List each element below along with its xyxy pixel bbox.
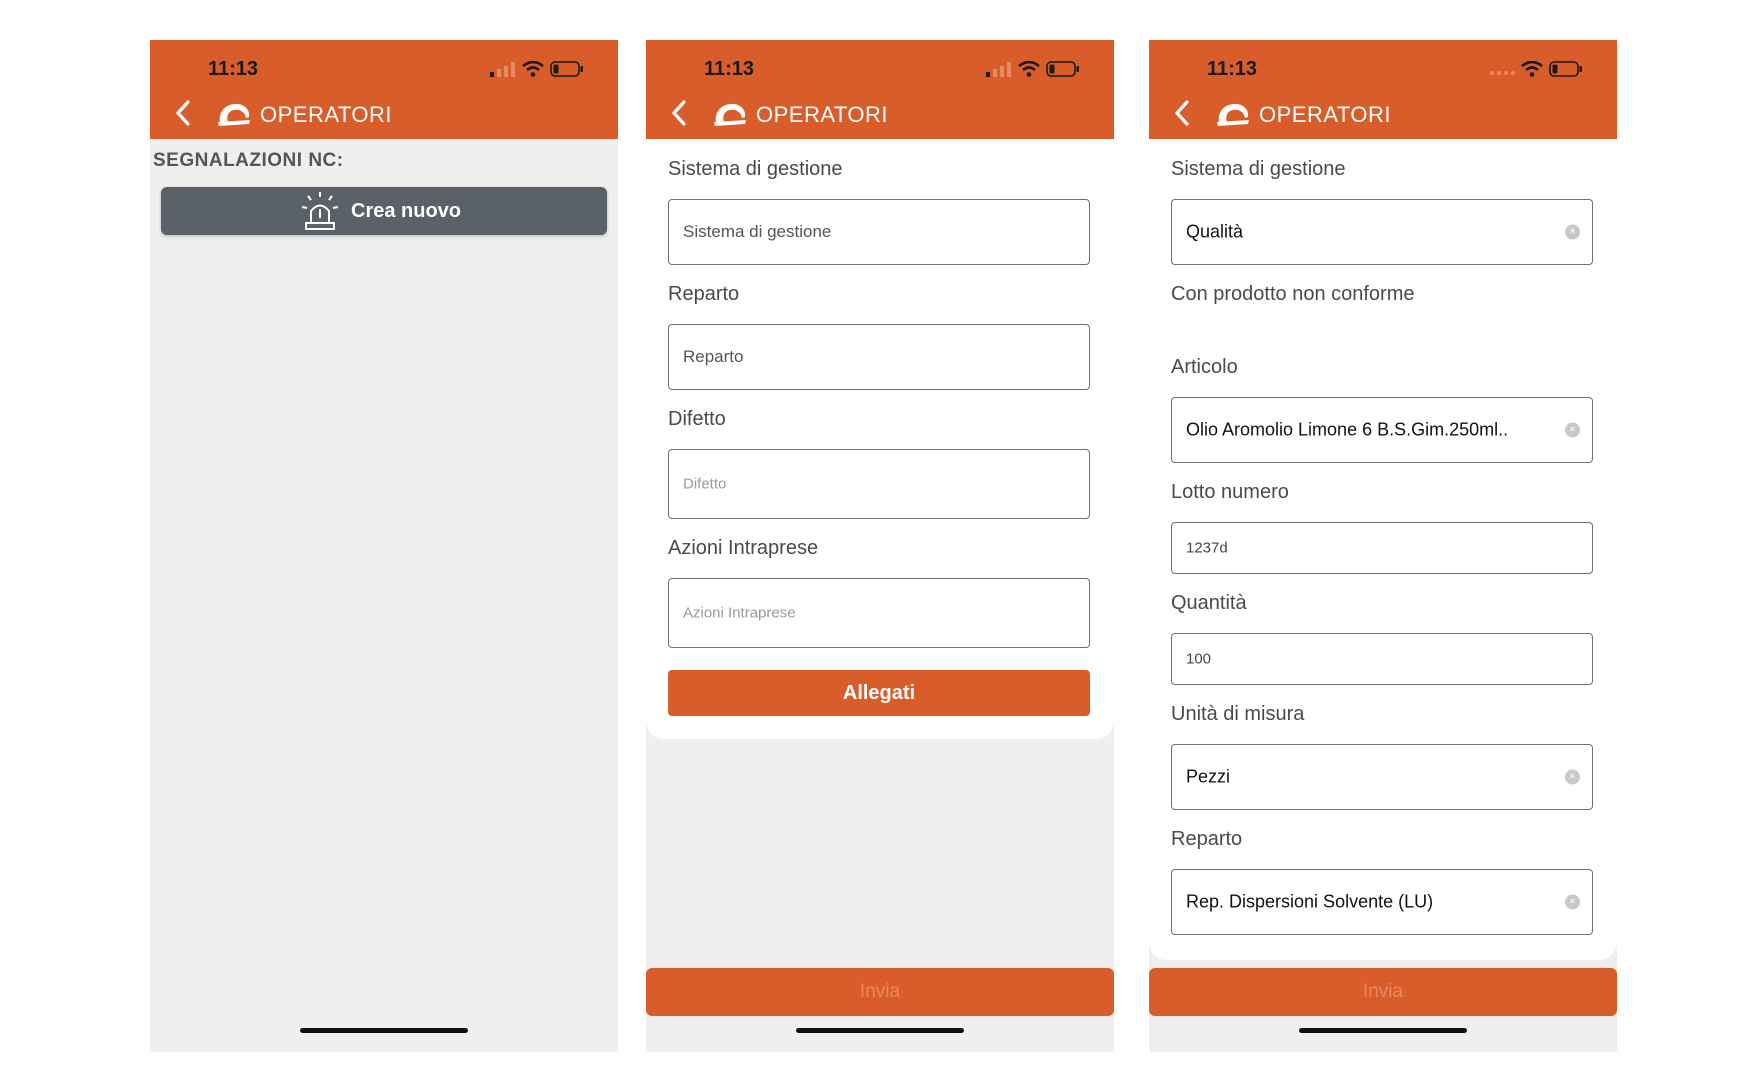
submit-button[interactable]: Invia bbox=[1149, 968, 1617, 1016]
azioni-placeholder: Azioni Intraprese bbox=[683, 604, 796, 622]
field-label-quantita: Quantità bbox=[1171, 592, 1247, 614]
hard-hat-logo-icon bbox=[218, 103, 250, 126]
back-chevron-icon[interactable] bbox=[668, 98, 690, 128]
clear-icon[interactable]: × bbox=[1565, 224, 1580, 240]
status-icons bbox=[490, 58, 584, 80]
siren-alarm-icon bbox=[301, 192, 339, 230]
app-title: OPERATORI bbox=[756, 102, 889, 127]
battery-icon bbox=[1046, 61, 1079, 77]
field-label-azioni: Azioni Intraprese bbox=[668, 537, 819, 559]
form-card: Sistema di gestione Sistema di gestione … bbox=[646, 139, 1114, 739]
status-time: 11:13 bbox=[208, 58, 259, 80]
status-time: 11:13 bbox=[1207, 58, 1258, 80]
field-label-difetto: Difetto bbox=[668, 408, 726, 430]
home-indicator bbox=[300, 1028, 468, 1033]
field-label-sistema: Sistema di gestione bbox=[1171, 158, 1346, 180]
attachments-button[interactable]: Allegati bbox=[668, 670, 1090, 716]
field-label-reparto: Reparto bbox=[668, 283, 740, 305]
reparto-value: Rep. Dispersioni Solvente (LU) bbox=[1186, 891, 1434, 912]
sistema-value: Qualità bbox=[1186, 221, 1244, 242]
wifi-icon bbox=[1521, 61, 1543, 77]
back-chevron-icon[interactable] bbox=[1171, 98, 1193, 128]
app-title: OPERATORI bbox=[260, 102, 393, 127]
sistema-placeholder: Sistema di gestione bbox=[683, 222, 832, 241]
lotto-value: 1237d bbox=[1186, 539, 1228, 557]
phone-screen-empty-form: 11:13 OPERATORI Sistema di gestione Sist… bbox=[646, 40, 1114, 1052]
form-card: Sistema di gestione Qualità × Con prodot… bbox=[1149, 139, 1617, 960]
quantita-input[interactable]: 100 bbox=[1171, 633, 1593, 685]
no-signal-dots-icon bbox=[1490, 71, 1515, 75]
reparto-select[interactable]: Rep. Dispersioni Solvente (LU) × bbox=[1171, 869, 1593, 935]
submit-button[interactable]: Invia bbox=[646, 968, 1114, 1016]
app-title: OPERATORI bbox=[1259, 102, 1392, 127]
azioni-textarea[interactable]: Azioni Intraprese bbox=[668, 578, 1090, 648]
status-time: 11:13 bbox=[704, 58, 755, 80]
difetto-placeholder: Difetto bbox=[683, 475, 727, 493]
unita-select[interactable]: Pezzi × bbox=[1171, 744, 1593, 810]
wifi-icon bbox=[522, 61, 544, 77]
signal-icon bbox=[986, 62, 1011, 77]
battery-icon bbox=[550, 61, 583, 77]
field-label-sistema: Sistema di gestione bbox=[668, 158, 843, 180]
app-header: 11:13 OPERATORI bbox=[646, 40, 1114, 139]
home-indicator bbox=[796, 1028, 964, 1033]
articolo-select[interactable]: Olio Aromolio Limone 6 B.S.Gim.250ml.. × bbox=[1171, 397, 1593, 463]
signal-icon bbox=[490, 62, 515, 77]
home-indicator bbox=[1299, 1028, 1467, 1033]
field-label-nonconforme: Con prodotto non conforme bbox=[1171, 283, 1415, 305]
create-new-label: Crea nuovo bbox=[351, 199, 462, 222]
clear-icon[interactable]: × bbox=[1565, 894, 1580, 910]
status-icons bbox=[986, 58, 1080, 80]
reparto-placeholder: Reparto bbox=[683, 347, 744, 366]
lotto-input[interactable]: 1237d bbox=[1171, 522, 1593, 574]
battery-icon bbox=[1549, 61, 1582, 77]
clear-icon[interactable]: × bbox=[1565, 769, 1580, 785]
unita-value: Pezzi bbox=[1186, 766, 1231, 787]
sistema-input[interactable]: Sistema di gestione bbox=[668, 199, 1090, 265]
hard-hat-logo-icon bbox=[714, 103, 746, 126]
section-title: SEGNALAZIONI NC: bbox=[153, 150, 344, 171]
phone-screen-list: 11:13 OPERATORI SEGNALAZIONI NC: Crea nu… bbox=[150, 40, 618, 1052]
articolo-value: Olio Aromolio Limone 6 B.S.Gim.250ml.. bbox=[1186, 419, 1509, 440]
app-header: 11:13 OPERATORI bbox=[150, 40, 618, 139]
field-label-reparto: Reparto bbox=[1171, 828, 1243, 850]
difetto-textarea[interactable]: Difetto bbox=[668, 449, 1090, 519]
hard-hat-logo-icon bbox=[1217, 103, 1249, 126]
sistema-select[interactable]: Qualità × bbox=[1171, 199, 1593, 265]
quantita-value: 100 bbox=[1186, 650, 1212, 668]
wifi-icon bbox=[1018, 61, 1040, 77]
app-header: 11:13 OPERATORI bbox=[1149, 40, 1617, 139]
phone-screen-filled-form: 11:13 OPERATORI Sistema di gestione Qual… bbox=[1149, 40, 1617, 1052]
clear-icon[interactable]: × bbox=[1565, 422, 1580, 438]
field-label-lotto: Lotto numero bbox=[1171, 481, 1289, 503]
create-new-button[interactable]: Crea nuovo bbox=[161, 187, 607, 235]
status-icons bbox=[1489, 58, 1583, 80]
field-label-unita: Unità di misura bbox=[1171, 703, 1305, 725]
field-label-articolo: Articolo bbox=[1171, 356, 1238, 378]
back-chevron-icon[interactable] bbox=[172, 98, 194, 128]
reparto-input[interactable]: Reparto bbox=[668, 324, 1090, 390]
